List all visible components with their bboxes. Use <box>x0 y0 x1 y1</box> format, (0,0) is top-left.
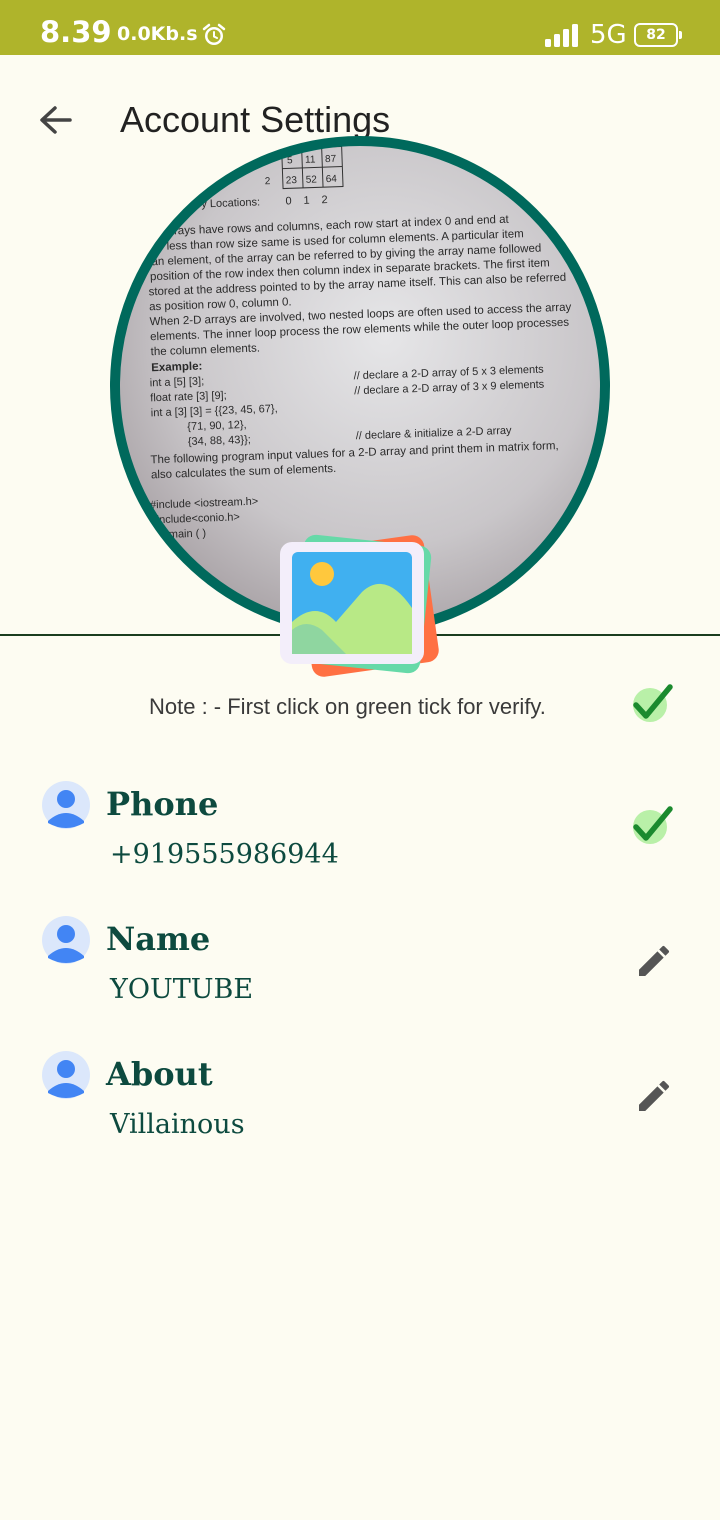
svg-text:{34, 88, 43}};: {34, 88, 43}}; <box>188 434 251 448</box>
svg-text:1: 1 <box>303 195 310 207</box>
svg-text:3];: 3]; <box>181 576 194 588</box>
about-value: Villainous <box>110 1109 245 1140</box>
verify-note: Note : - First click on green tick for v… <box>149 694 546 719</box>
svg-text:64: 64 <box>326 174 338 185</box>
alarm-icon <box>202 23 226 45</box>
check-icon[interactable] <box>628 681 674 727</box>
svg-text:2: 2 <box>265 176 271 187</box>
svg-text:11: 11 <box>305 154 316 165</box>
svg-text:87: 87 <box>325 154 337 165</box>
svg-text:int a [5] [3];: int a [5] [3]; <box>150 375 205 389</box>
name-label: Name <box>106 920 211 958</box>
svg-text:Example:: Example: <box>151 360 203 374</box>
status-bar: 8.39 0.0Kb.s 5G 82 <box>0 0 720 55</box>
edit-icon[interactable] <box>634 1076 674 1116</box>
svg-text:2: 2 <box>321 194 328 206</box>
about-label: About <box>106 1055 213 1093</box>
signal-icon <box>545 24 578 47</box>
person-icon <box>42 781 90 829</box>
network-type: 5G <box>590 20 627 50</box>
phone-value: +919555986944 <box>110 839 339 870</box>
person-icon <box>42 916 90 964</box>
status-time: 8.39 <box>40 15 112 49</box>
battery-icon: 82 <box>634 23 682 47</box>
battery-level: 82 <box>634 23 678 47</box>
battery-tip <box>679 31 682 39</box>
arrow-left-icon[interactable] <box>30 95 82 147</box>
edit-icon[interactable] <box>634 941 674 981</box>
svg-text:23: 23 <box>286 175 298 186</box>
svg-text:{71, 90, 12},: {71, 90, 12}, <box>187 419 247 433</box>
person-icon <box>42 1051 90 1099</box>
status-network-speed: 0.0Kb.s <box>117 23 198 45</box>
svg-text:52: 52 <box>306 174 318 185</box>
phone-label: Phone <box>106 785 219 823</box>
name-value: YOUTUBE <box>110 974 254 1005</box>
svg-text:0: 0 <box>285 195 292 207</box>
check-icon[interactable] <box>628 803 674 849</box>
gallery-icon[interactable] <box>276 530 446 680</box>
